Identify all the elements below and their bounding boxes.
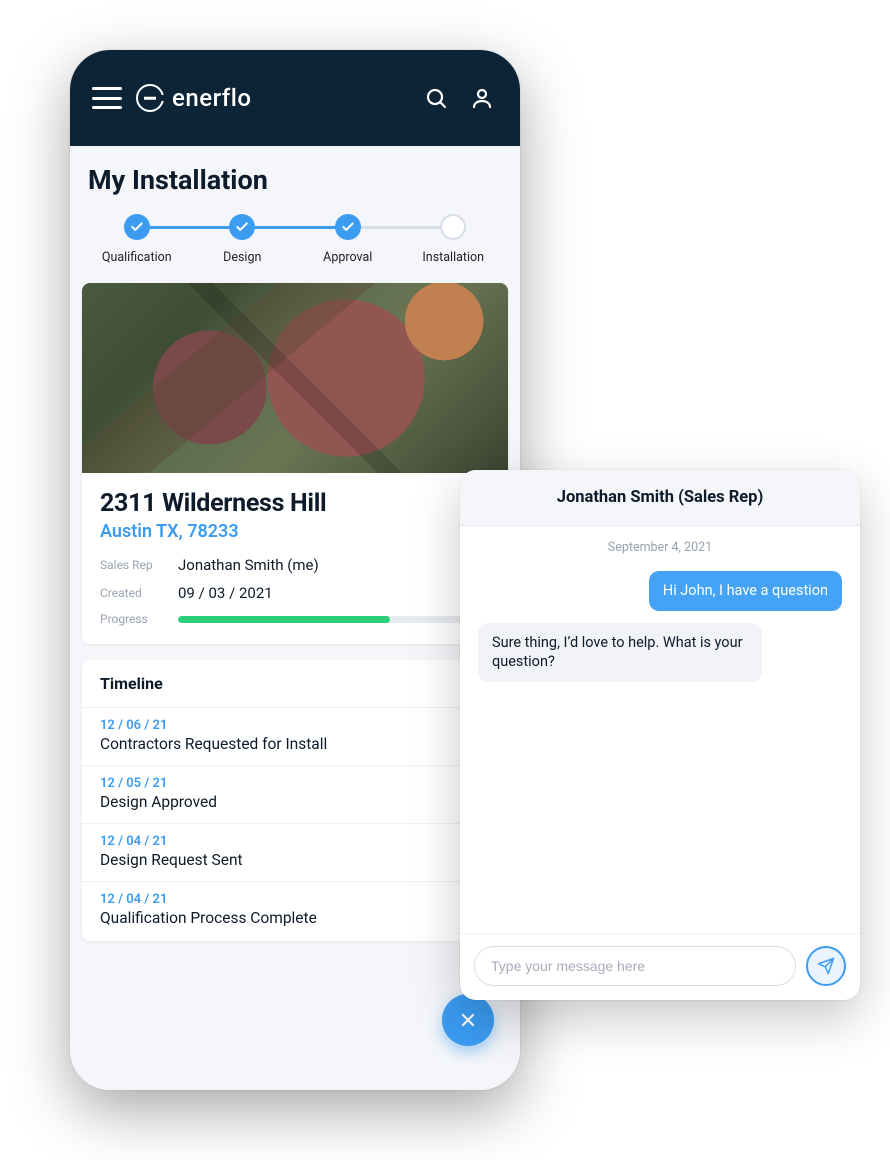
created-label: Created: [100, 586, 172, 600]
chat-body: September 4, 2021 Hi John, I have a ques…: [460, 526, 860, 933]
check-icon: [124, 214, 150, 240]
page-body: My Installation Qualification Design: [70, 146, 520, 1090]
chat-message-input[interactable]: [474, 946, 796, 986]
chat-date: September 4, 2021: [478, 540, 842, 555]
pending-step-icon: [440, 214, 466, 240]
step-qualification[interactable]: Qualification: [84, 214, 190, 265]
sales-rep-label: Sales Rep: [100, 558, 172, 572]
close-icon: [458, 1010, 478, 1030]
step-label: Approval: [323, 250, 372, 265]
user-icon: [470, 86, 494, 110]
property-card: 2311 Wilderness Hill Austin TX, 78233 Sa…: [82, 283, 508, 644]
timeline-item[interactable]: 12 / 04 / 21 Qualification Process Compl…: [82, 882, 508, 939]
profile-button[interactable]: [466, 82, 498, 114]
timeline-text: Contractors Requested for Install: [100, 735, 490, 753]
sales-rep-value: Jonathan Smith (me): [178, 556, 490, 574]
timeline-text: Qualification Process Complete: [100, 909, 490, 927]
created-value: 09 / 03 / 2021: [178, 584, 490, 602]
send-icon: [817, 957, 835, 975]
chat-input-row: [460, 933, 860, 1000]
timeline-card: Timeline 12 / 06 / 21 Contractors Reques…: [82, 660, 508, 941]
step-design[interactable]: Design: [190, 214, 296, 265]
timeline-title: Timeline: [82, 660, 508, 708]
progress-label: Progress: [100, 612, 172, 626]
timeline-item[interactable]: 12 / 06 / 21 Contractors Requested for I…: [82, 708, 508, 766]
timeline-item[interactable]: 12 / 05 / 21 Design Approved: [82, 766, 508, 824]
chat-message-out: Hi John, I have a question: [649, 571, 842, 611]
timeline-date: 12 / 04 / 21: [100, 834, 490, 849]
property-city: Austin TX, 78233: [100, 521, 490, 542]
check-icon: [335, 214, 361, 240]
timeline-text: Design Request Sent: [100, 851, 490, 869]
chat-message-in: Sure thing, I’d love to help. What is yo…: [478, 623, 762, 682]
progress-fill: [178, 616, 390, 623]
search-button[interactable]: [420, 82, 452, 114]
property-address: 2311 Wilderness Hill: [100, 489, 490, 518]
brand-logo: enerflo: [136, 84, 251, 112]
page-title: My Installation: [70, 164, 520, 214]
progress-stepper: Qualification Design Approval Installati…: [70, 214, 520, 283]
brand-name: enerflo: [172, 84, 251, 112]
phone-frame: enerflo My Installation Qualification: [70, 50, 520, 1090]
close-fab-button[interactable]: [442, 994, 494, 1046]
step-installation[interactable]: Installation: [401, 214, 507, 265]
chat-panel: Jonathan Smith (Sales Rep) September 4, …: [460, 470, 860, 1000]
progress-bar: [178, 616, 490, 623]
property-aerial-image: [82, 283, 508, 473]
send-button[interactable]: [806, 946, 846, 986]
step-label: Qualification: [102, 250, 172, 265]
timeline-date: 12 / 06 / 21: [100, 718, 490, 733]
timeline-text: Design Approved: [100, 793, 490, 811]
brand-logo-mark: [136, 84, 164, 112]
timeline-item[interactable]: 12 / 04 / 21 Design Request Sent: [82, 824, 508, 882]
chat-contact-name: Jonathan Smith (Sales Rep): [460, 470, 860, 526]
app-header: enerflo: [70, 50, 520, 146]
step-label: Design: [223, 250, 261, 265]
timeline-date: 12 / 05 / 21: [100, 776, 490, 791]
search-icon: [424, 86, 448, 110]
check-icon: [229, 214, 255, 240]
step-label: Installation: [422, 250, 484, 265]
menu-button[interactable]: [92, 87, 122, 109]
timeline-date: 12 / 04 / 21: [100, 892, 490, 907]
step-approval[interactable]: Approval: [295, 214, 401, 265]
